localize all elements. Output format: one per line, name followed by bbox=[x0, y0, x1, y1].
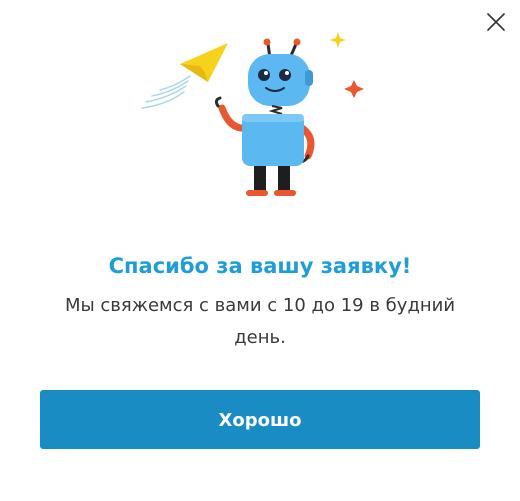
ok-button[interactable]: Хорошо bbox=[40, 390, 480, 449]
motion-lines bbox=[141, 75, 191, 109]
success-dialog: Спасибо за вашу заявку! Мы свяжемся с ва… bbox=[0, 0, 520, 501]
close-icon bbox=[487, 13, 505, 31]
sparkle-icon bbox=[344, 80, 364, 98]
sparkle-icon bbox=[330, 32, 346, 48]
dialog-title: Спасибо за вашу заявку! bbox=[108, 254, 412, 278]
paper-plane-icon bbox=[180, 43, 228, 82]
close-button[interactable] bbox=[482, 8, 510, 36]
robot-paper-plane-illustration bbox=[138, 28, 378, 203]
dialog-message: Мы свяжемся с вами с 10 до 19 в будний д… bbox=[64, 295, 456, 348]
